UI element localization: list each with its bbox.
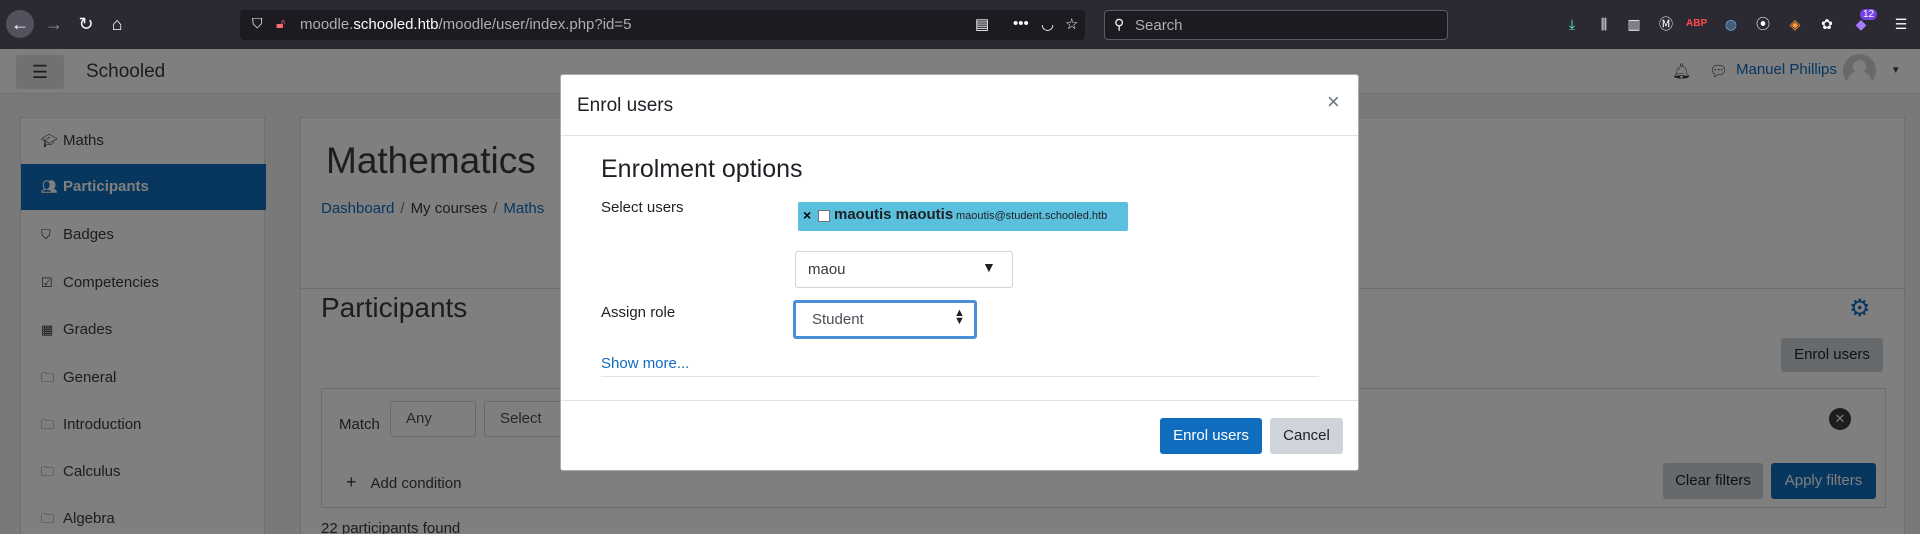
dropdown-arrow-icon[interactable]: ▼ xyxy=(982,259,996,275)
selected-user-tag[interactable]: × maoutis maoutis maoutis@student.school… xyxy=(798,202,1128,231)
modal-header: Enrol users × xyxy=(561,75,1358,136)
assign-role-label: Assign role xyxy=(601,304,676,321)
extension-orange-icon[interactable]: ◈ xyxy=(1785,14,1805,34)
library-icon[interactable]: ⫼ xyxy=(1594,14,1614,34)
reader-view-icon[interactable]: ▤ xyxy=(975,15,989,33)
extension-badge: 12 xyxy=(1860,9,1878,20)
selected-user-name: maoutis maoutis xyxy=(834,206,954,223)
modal-footer-divider xyxy=(561,400,1358,401)
user-checkbox[interactable] xyxy=(818,210,830,222)
select-arrows-icon: ▲ ▼ xyxy=(954,307,965,327)
bookmark-star-icon[interactable]: ☆ xyxy=(1065,15,1078,33)
record-extension-icon[interactable]: ⦿ xyxy=(1753,14,1773,34)
enrol-users-button[interactable]: Enrol users xyxy=(1160,418,1262,454)
modal-title: Enrol users xyxy=(577,95,674,116)
home-icon[interactable]: ⌂ xyxy=(103,10,131,38)
search-icon: ⚲ xyxy=(1114,16,1125,32)
selected-user-email: maoutis@student.schooled.htb xyxy=(956,210,1108,222)
insecure-lock-icon[interactable]: 🔓︎ xyxy=(276,15,285,32)
reload-icon[interactable]: ↻ xyxy=(72,10,100,38)
menu-icon[interactable]: ☰ xyxy=(1891,14,1911,34)
pocket-icon[interactable]: ◡ xyxy=(1041,15,1054,33)
divider xyxy=(601,376,1319,377)
close-icon[interactable]: × xyxy=(1327,89,1340,115)
cookie-extension-icon[interactable]: ✿ xyxy=(1817,14,1837,34)
select-users-label: Select users xyxy=(601,199,684,216)
globe-extension-icon[interactable]: ◍ xyxy=(1721,14,1741,34)
adblock-icon[interactable]: ABP xyxy=(1686,14,1707,34)
more-actions-icon[interactable]: ••• xyxy=(1013,15,1029,32)
back-arrow-icon[interactable]: ← xyxy=(6,10,34,38)
extension-m-icon[interactable]: Ⓜ xyxy=(1656,14,1676,34)
download-icon[interactable]: ⤓ xyxy=(1562,14,1582,34)
role-select[interactable]: Student xyxy=(793,300,977,339)
shield-icon[interactable]: ⛉ xyxy=(252,15,263,32)
url-bar[interactable]: ⛉ 🔓︎ moodle.schooled.htb/moodle/user/ind… xyxy=(240,10,1085,40)
remove-user-icon[interactable]: × xyxy=(803,207,811,223)
user-search-input[interactable]: maou xyxy=(795,251,1013,288)
forward-arrow-icon[interactable]: → xyxy=(40,10,68,38)
browser-toolbar: ← → ↻ ⌂ ⛉ 🔓︎ moodle.schooled.htb/moodle/… xyxy=(0,0,1920,49)
url-text[interactable]: moodle.schooled.htb/moodle/user/index.ph… xyxy=(300,16,632,33)
sidebar-icon[interactable]: ▥ xyxy=(1624,14,1644,34)
browser-search-input[interactable]: ⚲ Search xyxy=(1104,10,1448,40)
enrol-users-modal: Enrol users × Enrolment options Select u… xyxy=(560,74,1359,471)
cancel-button[interactable]: Cancel xyxy=(1270,418,1343,454)
show-more-link[interactable]: Show more... xyxy=(601,355,689,372)
enrolment-options-heading: Enrolment options xyxy=(601,155,803,183)
